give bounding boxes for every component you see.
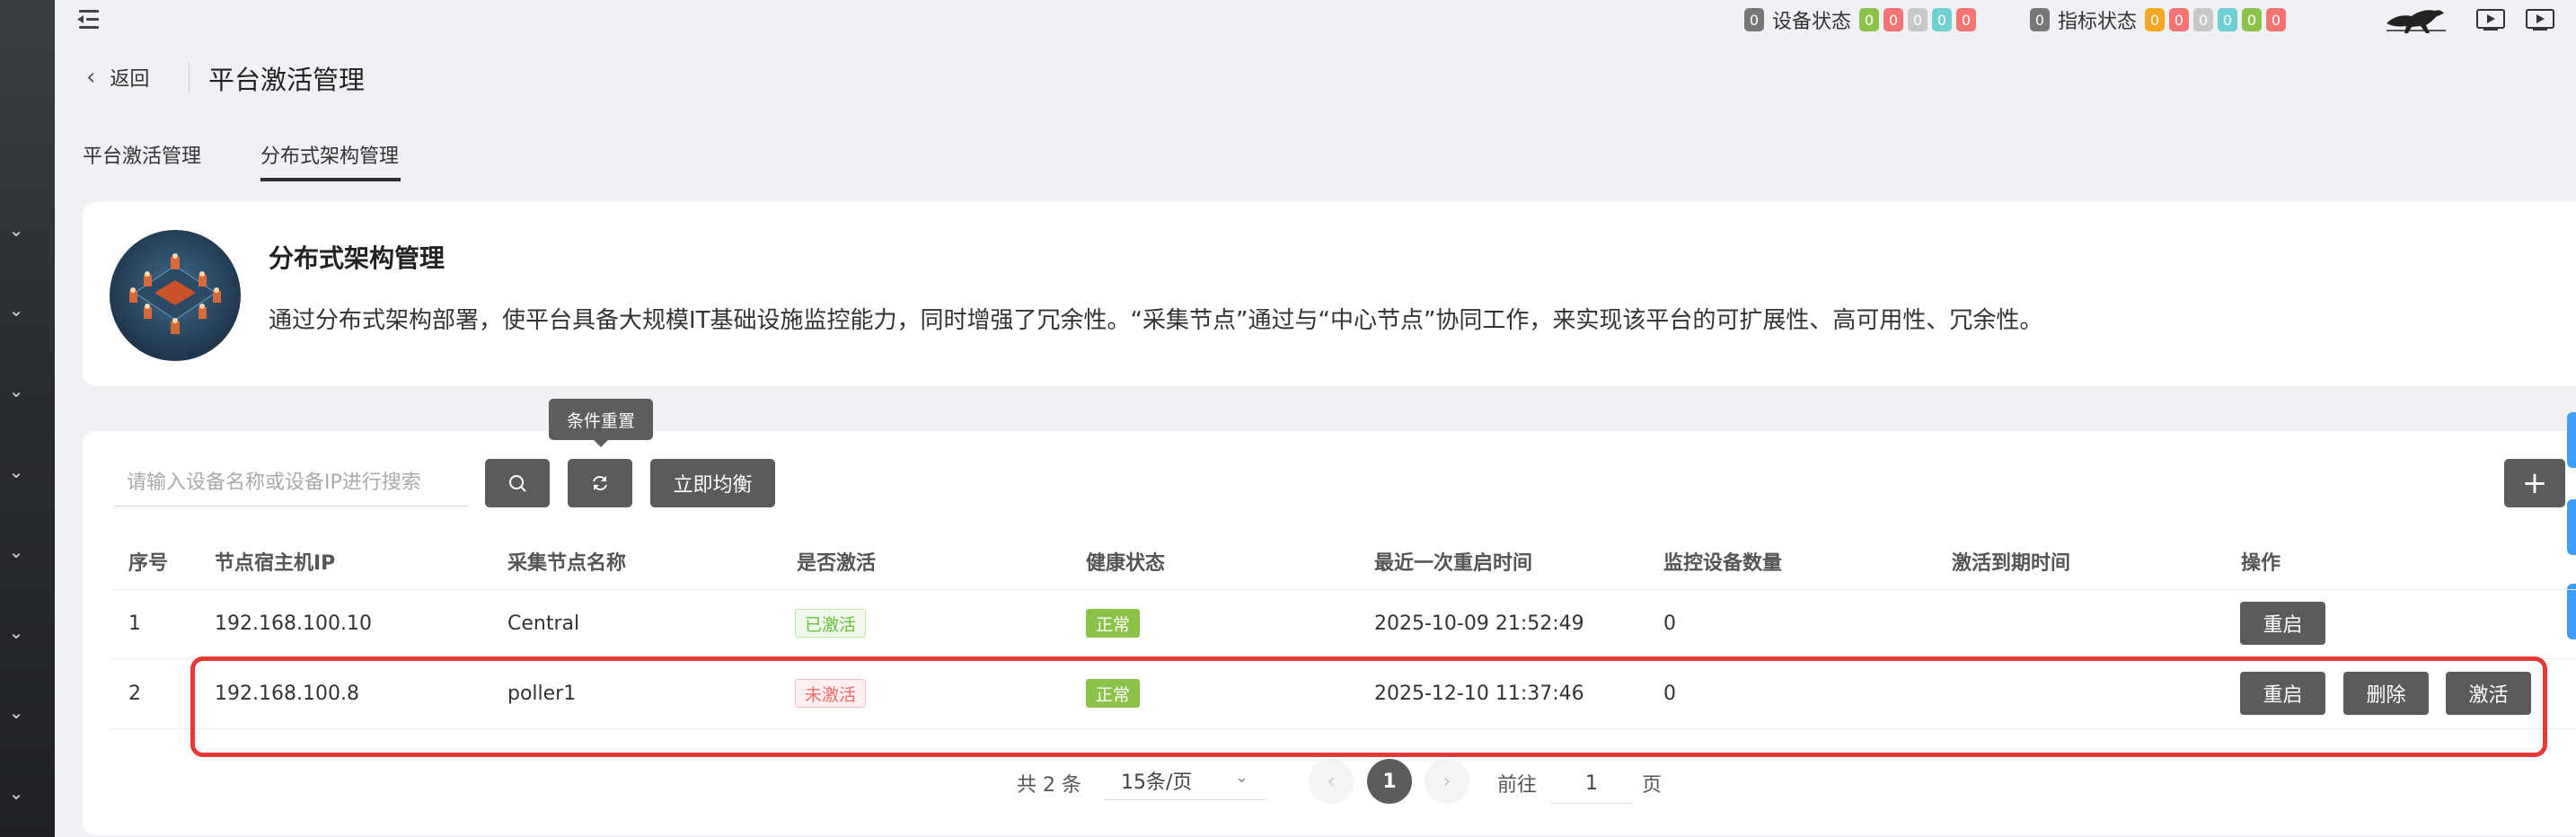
tab-platform-activation[interactable]: 平台激活管理: [83, 140, 201, 169]
metric-badge-5[interactable]: 0: [2242, 8, 2263, 31]
metric-badge-4[interactable]: 0: [2218, 8, 2238, 31]
active-tab-indicator: [260, 178, 401, 181]
row-node-name: Central: [507, 612, 580, 635]
column-header-actions: 操作: [2241, 552, 2281, 575]
add-node-button[interactable]: +: [2504, 459, 2565, 507]
header-divider: [189, 63, 190, 93]
balance-now-button[interactable]: 立即均衡: [650, 459, 775, 507]
device-badge-warning[interactable]: 0: [1883, 8, 1904, 31]
device-badge-normal[interactable]: 0: [1859, 8, 1880, 31]
search-icon: [509, 475, 526, 492]
chevron-down-icon[interactable]: ⌄: [5, 701, 27, 723]
back-label: 返回: [110, 68, 150, 91]
activated-tag: 已激活: [795, 609, 867, 638]
refresh-icon: [593, 476, 607, 490]
metric-status-total: 0: [2030, 8, 2050, 31]
side-float-tab[interactable]: [2567, 499, 2576, 555]
search-input[interactable]: [114, 460, 468, 507]
info-card-description: 通过分布式架构部署，使平台具备大规模IT基础设施监控能力，同时增强了冗余性。“采…: [269, 307, 2043, 334]
metric-status-group[interactable]: 0 指标状态 0 0 0 0 0 0: [2030, 6, 2287, 33]
row-index: 2: [128, 683, 141, 705]
metric-badge-1[interactable]: 0: [2145, 8, 2166, 31]
page-size-select[interactable]: 15条/页 ⌄: [1103, 761, 1266, 800]
column-header-device-count: 监控设备数量: [1663, 552, 1783, 575]
restart-button[interactable]: 重启: [2240, 602, 2325, 645]
device-badge-unknown[interactable]: 0: [1908, 8, 1928, 31]
metric-badge-3[interactable]: 0: [2193, 8, 2214, 31]
back-button[interactable]: ‹ 返回: [86, 63, 149, 92]
column-header-last-restart: 最近一次重启时间: [1374, 552, 1533, 575]
side-float-tab[interactable]: [2567, 412, 2576, 468]
page-unit-label: 页: [1642, 774, 1663, 797]
side-float-tab[interactable]: [2567, 584, 2576, 639]
metric-status-label: 指标状态: [2058, 11, 2138, 33]
device-status-label: 设备状态: [1772, 11, 1852, 33]
page-number-current[interactable]: 1: [1367, 759, 1412, 804]
reset-button[interactable]: [568, 459, 632, 507]
column-header-host-ip: 节点宿主机IP: [215, 552, 336, 575]
pagination-total: 共 2 条: [1017, 774, 1081, 797]
chevron-down-icon[interactable]: ⌄: [5, 380, 27, 401]
device-status-total: 0: [1744, 8, 1764, 31]
chevron-right-icon: ›: [1442, 770, 1451, 793]
tab-distributed-architecture[interactable]: 分布式架构管理: [260, 140, 399, 169]
chevron-down-icon[interactable]: ⌄: [5, 782, 27, 804]
row-device-count: 0: [1663, 612, 1676, 635]
device-badge-info[interactable]: 0: [1932, 8, 1953, 31]
video-play-icon[interactable]: [2476, 9, 2505, 31]
chevron-down-icon: ⌄: [1234, 768, 1248, 787]
chevron-left-icon: ‹: [1327, 770, 1336, 793]
search-button[interactable]: [485, 459, 550, 507]
reset-tooltip: 条件重置: [549, 399, 653, 447]
device-badge-critical[interactable]: 0: [1956, 8, 1977, 31]
device-status-group[interactable]: 0 设备状态 0 0 0 0 0: [1744, 6, 1977, 33]
chevron-down-icon[interactable]: ⌄: [5, 621, 27, 643]
column-header-node-name: 采集节点名称: [507, 552, 627, 575]
page-title: 平台激活管理: [208, 65, 366, 95]
page-size-value: 15条/页: [1121, 771, 1193, 794]
panther-logo-icon: [2386, 10, 2446, 33]
metric-badge-6[interactable]: 0: [2266, 8, 2287, 31]
architecture-illustration: [110, 230, 241, 361]
menu-fold-icon[interactable]: [77, 7, 102, 32]
row-divider: [110, 589, 2576, 590]
plus-icon: +: [2521, 465, 2548, 501]
info-card: [83, 202, 2576, 386]
goto-label: 前往: [1497, 774, 1538, 797]
info-card-title: 分布式架构管理: [269, 243, 446, 273]
chevron-down-icon[interactable]: ⌄: [5, 461, 27, 482]
column-header-expire: 激活到期时间: [1952, 552, 2071, 575]
health-tag: 正常: [1086, 609, 1141, 638]
row-index: 1: [128, 612, 141, 635]
chevron-down-icon[interactable]: ⌄: [5, 541, 27, 562]
row-last-restart: 2025-10-09 21:52:49: [1374, 612, 1584, 635]
highlight-annotation: [190, 656, 2547, 757]
column-header-health: 健康状态: [1086, 552, 1166, 575]
row-ip: 192.168.100.10: [215, 612, 372, 635]
chevron-left-icon: ‹: [86, 64, 96, 91]
chevron-down-icon[interactable]: ⌄: [5, 299, 27, 321]
chevron-down-icon[interactable]: ⌄: [5, 219, 27, 241]
sidebar: ⌄ ⌄ ⌄ ⌄ ⌄ ⌄ ⌄ ⌄: [0, 0, 55, 837]
metric-badge-2[interactable]: 0: [2169, 8, 2190, 31]
prev-page-button[interactable]: ‹: [1309, 759, 1354, 804]
goto-page-input[interactable]: [1550, 763, 1633, 804]
column-header-index: 序号: [128, 552, 169, 575]
column-header-activated: 是否激活: [797, 552, 877, 575]
screen-play-icon[interactable]: [2526, 9, 2554, 31]
next-page-button[interactable]: ›: [1425, 759, 1469, 804]
